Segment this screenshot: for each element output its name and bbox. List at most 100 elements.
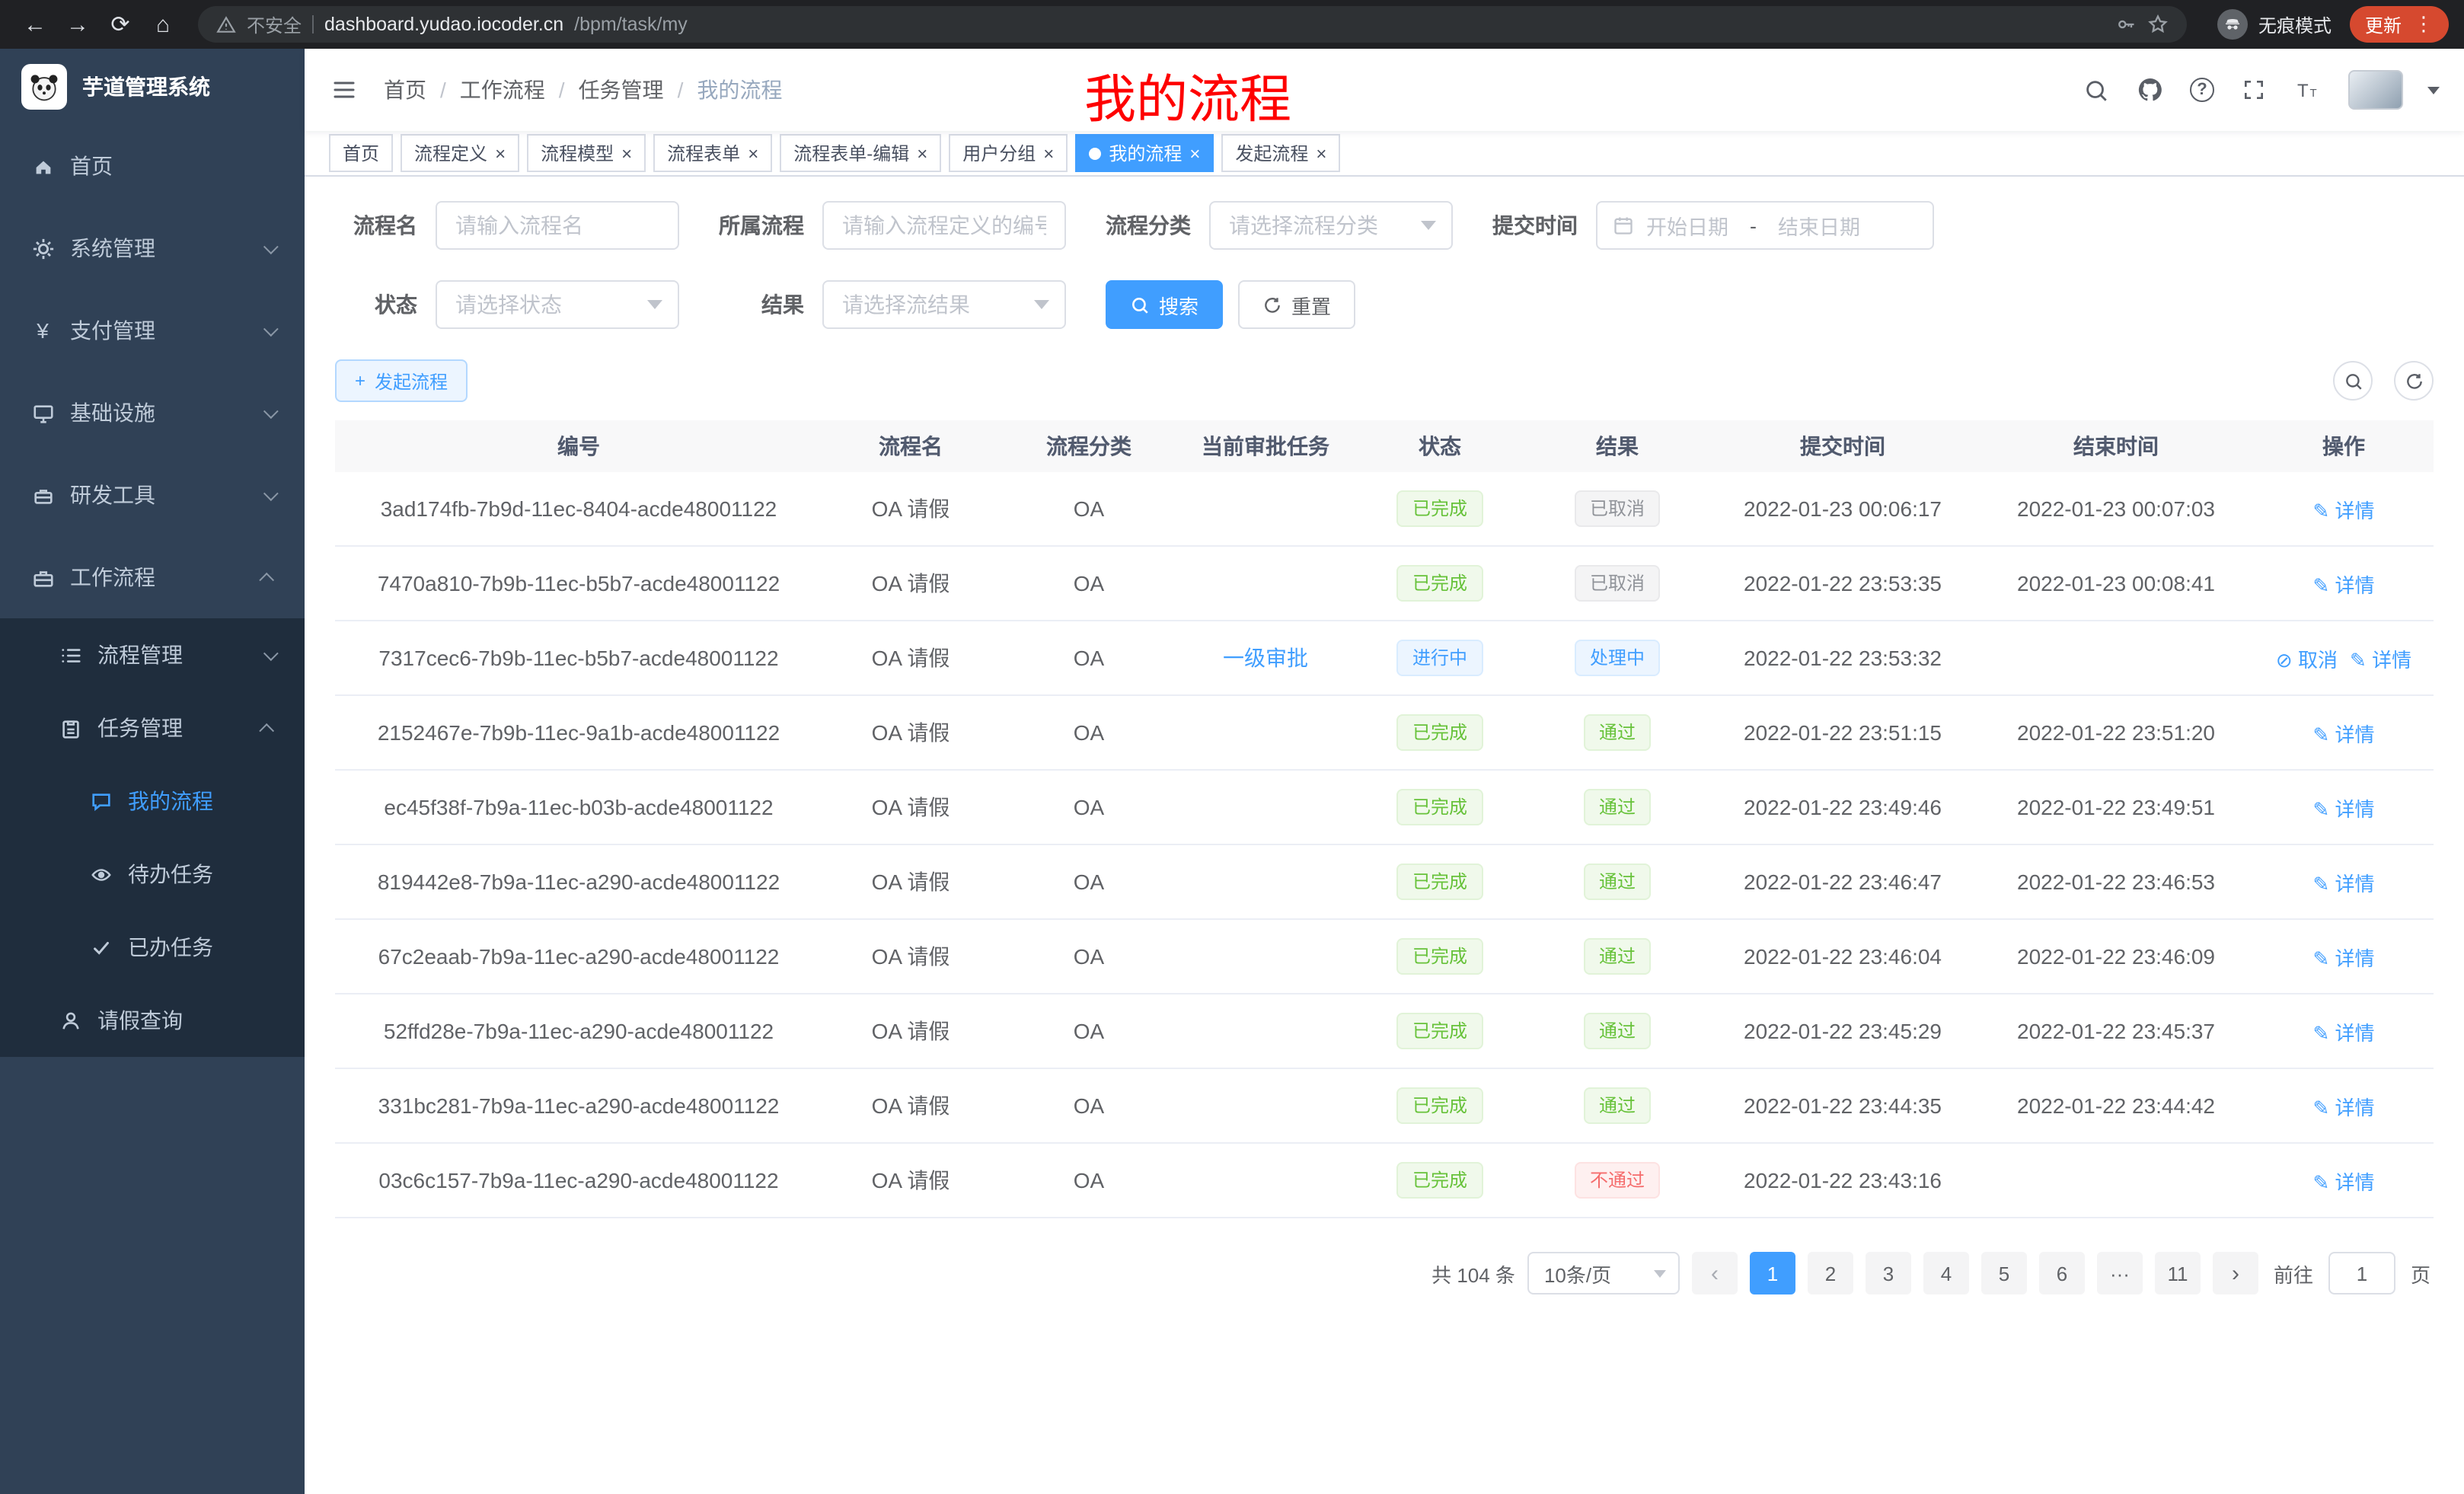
refresh-icon[interactable]: [2394, 361, 2434, 401]
detail-link[interactable]: ✎ 详情: [2312, 1170, 2374, 1193]
detail-link[interactable]: ✎ 详情: [2312, 499, 2374, 522]
cell-submit-time: 2022-01-22 23:49:46: [1707, 795, 1978, 819]
hamburger-icon[interactable]: [329, 75, 359, 105]
forward-icon[interactable]: →: [58, 5, 97, 44]
key-icon[interactable]: [2115, 14, 2137, 35]
bookmark-star-icon[interactable]: [2147, 14, 2169, 35]
status-select[interactable]: 请选择状态: [436, 280, 679, 329]
sidebar-item-todo-tasks[interactable]: 待办任务: [0, 838, 305, 911]
reset-button[interactable]: 重置: [1238, 280, 1355, 329]
select-placeholder: 请选择流结果: [842, 289, 970, 320]
page-button-5[interactable]: 5: [1981, 1252, 2027, 1294]
sidebar-item-label: 待办任务: [128, 859, 213, 889]
close-icon[interactable]: ×: [748, 144, 758, 162]
detail-link[interactable]: ✎ 详情: [2312, 573, 2374, 596]
status-badge: 已完成: [1397, 864, 1483, 900]
cancel-link[interactable]: ⊘ 取消: [2276, 648, 2338, 671]
detail-link[interactable]: ✎ 详情: [2312, 1096, 2374, 1119]
sidebar-item-payment[interactable]: ¥ 支付管理: [0, 289, 305, 372]
close-icon[interactable]: ×: [621, 144, 632, 162]
detail-link[interactable]: ✎ 详情: [2312, 723, 2374, 745]
date-range-picker[interactable]: 开始日期 - 结束日期: [1596, 201, 1934, 250]
page-button-1[interactable]: 1: [1750, 1252, 1795, 1294]
result-select[interactable]: 请选择流结果: [822, 280, 1066, 329]
close-icon[interactable]: ×: [1189, 144, 1200, 162]
sidebar-item-leave-query[interactable]: 请假查询: [0, 984, 305, 1057]
tab-process-form-edit[interactable]: 流程表单-编辑 ×: [780, 134, 941, 172]
page-button-4[interactable]: 4: [1923, 1252, 1969, 1294]
tab-home[interactable]: 首页: [329, 134, 393, 172]
sidebar-item-workflow[interactable]: 工作流程: [0, 536, 305, 618]
gear-icon: [30, 236, 55, 260]
github-icon[interactable]: [2135, 75, 2166, 105]
svg-text:T: T: [2297, 81, 2309, 101]
page-ellipsis[interactable]: ···: [2097, 1252, 2143, 1294]
tab-label: 发起流程: [1235, 140, 1308, 166]
detail-link[interactable]: ✎ 详情: [2312, 872, 2374, 895]
process-name-input[interactable]: [436, 201, 679, 250]
avatar[interactable]: [2348, 70, 2403, 110]
sidebar-item-home[interactable]: 首页: [0, 125, 305, 207]
toolbox-icon: [30, 483, 55, 507]
goto-page-input[interactable]: [2328, 1252, 2395, 1294]
fullscreen-icon[interactable]: [2239, 75, 2269, 105]
detail-link[interactable]: ✎ 详情: [2312, 1021, 2374, 1044]
home-icon[interactable]: ⌂: [143, 5, 183, 44]
app-logo-row[interactable]: 芋道管理系统: [0, 49, 305, 125]
tab-my-process[interactable]: 我的流程 ×: [1075, 134, 1214, 172]
address-bar[interactable]: 不安全 dashboard.yudao.iocoder.cn/bpm/task/…: [198, 6, 2187, 43]
detail-label: 详情: [2335, 947, 2375, 969]
start-process-button[interactable]: + 发起流程: [335, 359, 468, 402]
cell-name: OA 请假: [822, 1016, 999, 1046]
sidebar-item-task-management[interactable]: 任务管理: [0, 691, 305, 765]
task-link[interactable]: 一级审批: [1223, 646, 1308, 670]
tab-process-form[interactable]: 流程表单 ×: [653, 134, 772, 172]
help-icon[interactable]: ?: [2190, 78, 2214, 102]
sidebar-item-done-tasks[interactable]: 已办任务: [0, 911, 305, 984]
breadcrumb-task-management[interactable]: 任务管理: [579, 75, 664, 105]
sidebar-item-my-process[interactable]: 我的流程: [0, 765, 305, 838]
page-button-6[interactable]: 6: [2039, 1252, 2085, 1294]
sidebar-item-infrastructure[interactable]: 基础设施: [0, 372, 305, 454]
category-select[interactable]: 请选择流程分类: [1209, 201, 1453, 250]
next-page-button[interactable]: ›: [2213, 1252, 2258, 1294]
avatar-caret-icon[interactable]: [2427, 87, 2440, 101]
tab-user-group[interactable]: 用户分组 ×: [949, 134, 1068, 172]
back-icon[interactable]: ←: [15, 5, 55, 44]
breadcrumb-home[interactable]: 首页: [384, 75, 426, 105]
page-button-2[interactable]: 2: [1808, 1252, 1853, 1294]
tab-process-definition[interactable]: 流程定义 ×: [401, 134, 519, 172]
result-badge: 已取消: [1575, 490, 1660, 527]
sidebar-item-process-management[interactable]: 流程管理: [0, 618, 305, 691]
close-icon[interactable]: ×: [1316, 144, 1326, 162]
sidebar-item-devtools[interactable]: 研发工具: [0, 454, 305, 536]
edit-icon: ✎: [2312, 1170, 2329, 1193]
cell-id: 52ffd28e-7b9a-11ec-a290-acde48001122: [335, 1019, 822, 1043]
detail-link[interactable]: ✎ 详情: [2350, 648, 2411, 671]
toggle-search-icon[interactable]: [2333, 361, 2373, 401]
page-button-11[interactable]: 11: [2155, 1252, 2201, 1294]
table-row: 7317cec6-7b9b-11ec-b5b7-acde48001122 OA …: [335, 621, 2434, 696]
close-icon[interactable]: ×: [495, 144, 506, 162]
browser-menu-icon[interactable]: ⋮: [2414, 12, 2434, 37]
chat-icon: [88, 789, 113, 813]
reload-icon[interactable]: ⟳: [101, 5, 140, 44]
sidebar-item-system[interactable]: 系统管理: [0, 207, 305, 289]
breadcrumb-workflow[interactable]: 工作流程: [460, 75, 545, 105]
detail-link[interactable]: ✎ 详情: [2312, 947, 2374, 969]
close-icon[interactable]: ×: [1043, 144, 1054, 162]
font-size-icon[interactable]: TT: [2293, 75, 2324, 105]
search-icon[interactable]: [2080, 75, 2111, 105]
tab-start-process[interactable]: 发起流程 ×: [1221, 134, 1340, 172]
filter-row-1: 流程名 所属流程 流程分类 请选择流程分类 提交时间 开始日期: [335, 201, 2434, 250]
search-button[interactable]: 搜索: [1106, 280, 1223, 329]
page-button-3[interactable]: 3: [1866, 1252, 1911, 1294]
detail-label: 详情: [2335, 797, 2375, 820]
page-size-select[interactable]: 10条/页: [1527, 1252, 1680, 1294]
detail-link[interactable]: ✎ 详情: [2312, 797, 2374, 820]
tab-process-model[interactable]: 流程模型 ×: [527, 134, 646, 172]
close-icon[interactable]: ×: [917, 144, 927, 162]
prev-page-button[interactable]: ‹: [1692, 1252, 1738, 1294]
process-id-input[interactable]: [822, 201, 1066, 250]
update-button[interactable]: 更新 ⋮: [2350, 6, 2449, 43]
